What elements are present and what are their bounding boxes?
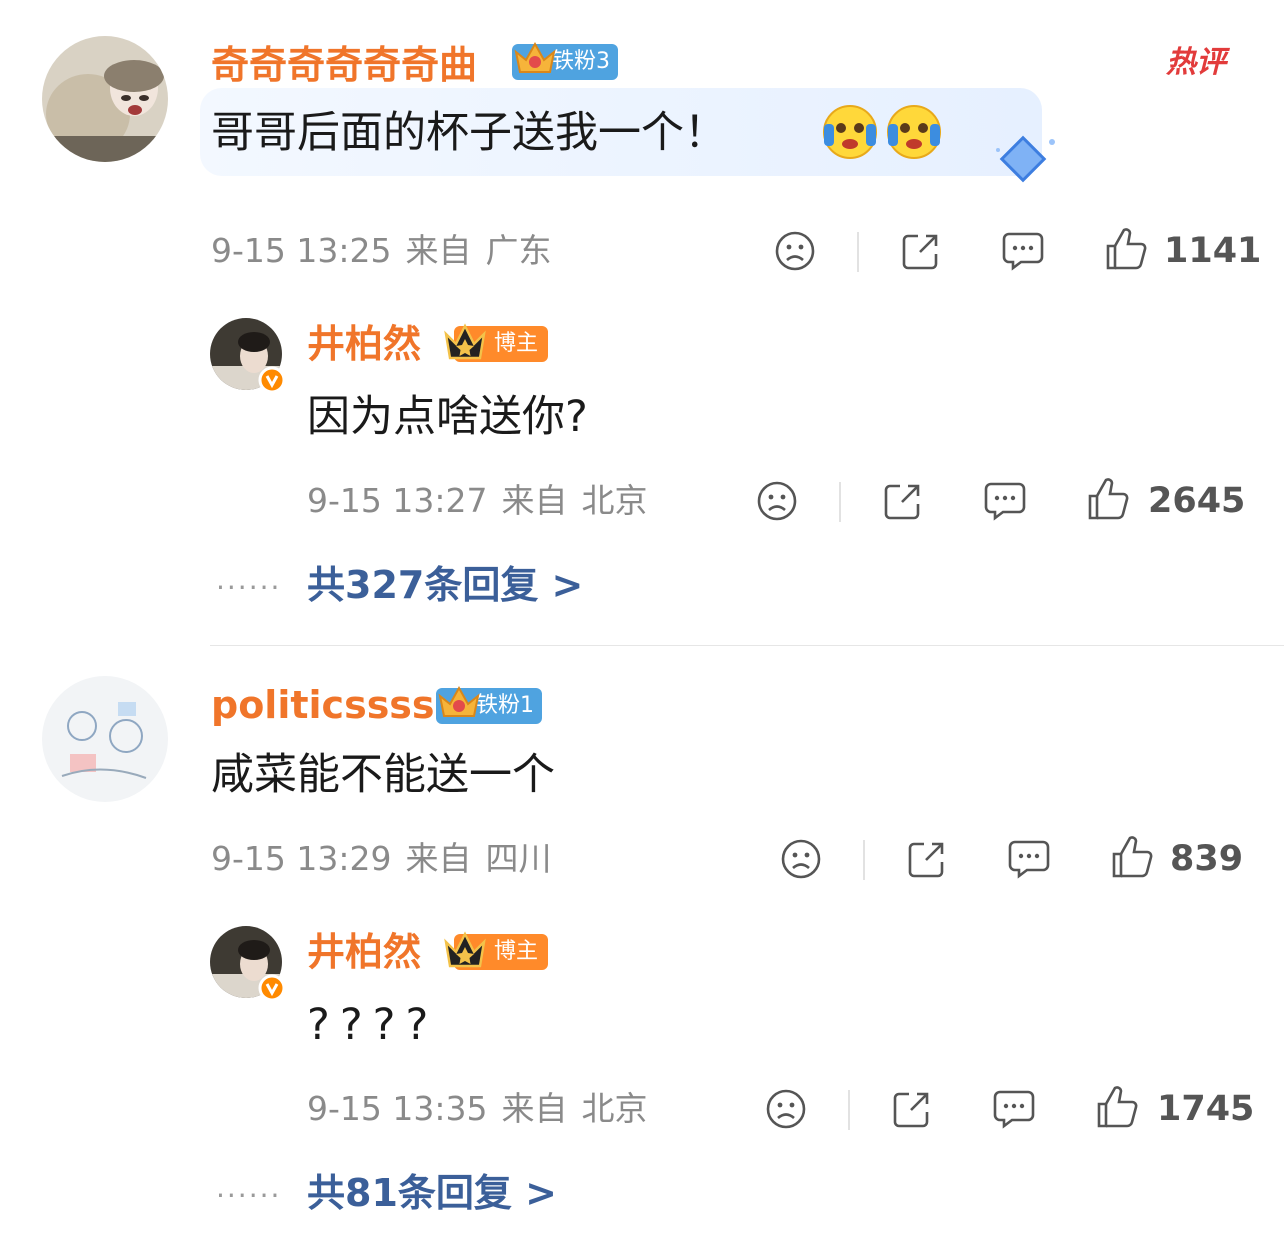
comment-text: 哥哥后面的杯子送我一个！ bbox=[211, 108, 727, 158]
comment-icon[interactable] bbox=[1001, 230, 1045, 272]
reply-username[interactable]: 井柏然 bbox=[307, 325, 421, 363]
view-all-replies-link[interactable]: 共327条回复 > bbox=[307, 566, 583, 604]
like-count: 839 bbox=[1170, 839, 1244, 879]
reply-meta: 9-15 13:27 来自 北京 bbox=[307, 484, 662, 517]
reply-time: 9-15 13:35 bbox=[307, 1089, 488, 1128]
fan-level-badge[interactable]: 铁粉1 bbox=[436, 685, 542, 724]
reply-time: 9-15 13:27 bbox=[307, 481, 488, 520]
emoji-icon bbox=[823, 105, 877, 159]
comment-username[interactable]: 奇奇奇奇奇奇曲 bbox=[211, 46, 477, 84]
reply-meta: 9-15 13:35 来自 北京 bbox=[307, 1092, 662, 1125]
crown-icon bbox=[514, 41, 556, 73]
share-icon[interactable] bbox=[906, 838, 948, 880]
crown-icon bbox=[438, 685, 480, 717]
view-all-replies-link[interactable]: 共81条回复 > bbox=[307, 1174, 557, 1212]
like-count: 1745 bbox=[1157, 1089, 1255, 1129]
reply-text: 因为点啥送你? bbox=[307, 392, 588, 442]
reply-text: ???? bbox=[307, 1000, 439, 1050]
comment-divider bbox=[210, 645, 1284, 646]
like-thumb-icon[interactable] bbox=[1104, 226, 1148, 272]
hot-comment-label: 热评 bbox=[1166, 45, 1226, 80]
from-label: 来自 bbox=[501, 481, 568, 520]
more-dots: ······ bbox=[216, 1179, 282, 1212]
comment-meta: 9-15 13:25 来自 广东 bbox=[211, 234, 566, 267]
sad-face-icon[interactable] bbox=[765, 1088, 807, 1130]
action-divider bbox=[857, 232, 859, 272]
comment-icon[interactable] bbox=[1007, 838, 1051, 880]
reply-location: 北京 bbox=[581, 481, 648, 520]
reply-username[interactable]: 井柏然 bbox=[307, 933, 421, 971]
from-label: 来自 bbox=[501, 1089, 568, 1128]
share-icon[interactable] bbox=[882, 480, 924, 522]
blogger-badge: 博主 bbox=[442, 323, 549, 362]
like-thumb-icon[interactable] bbox=[1095, 1084, 1139, 1130]
from-label: 来自 bbox=[405, 839, 472, 878]
comment-text: 咸菜能不能送一个 bbox=[211, 750, 555, 800]
more-dots: ······ bbox=[216, 571, 282, 604]
from-label: 来自 bbox=[405, 231, 472, 270]
comment-icon[interactable] bbox=[992, 1088, 1036, 1130]
like-thumb-icon[interactable] bbox=[1086, 476, 1130, 522]
sad-face-icon[interactable] bbox=[774, 230, 816, 272]
comment-location: 广东 bbox=[485, 231, 552, 270]
blogger-badge: 博主 bbox=[442, 931, 549, 970]
avatar-politicssss[interactable] bbox=[42, 676, 168, 802]
fan-level-badge[interactable]: 铁粉3 bbox=[512, 41, 618, 80]
comment-location: 四川 bbox=[485, 839, 552, 878]
share-icon[interactable] bbox=[900, 230, 942, 272]
action-divider bbox=[863, 840, 865, 880]
like-thumb-icon[interactable] bbox=[1110, 834, 1154, 880]
avatar-qiqiqu[interactable] bbox=[42, 36, 168, 162]
sad-face-icon[interactable] bbox=[780, 838, 822, 880]
like-count: 1141 bbox=[1164, 231, 1262, 271]
verified-v-icon bbox=[258, 974, 286, 1002]
action-divider bbox=[839, 482, 841, 522]
share-icon[interactable] bbox=[891, 1088, 933, 1130]
diamond-decoration-icon bbox=[996, 135, 1055, 183]
comment-icon[interactable] bbox=[983, 480, 1027, 522]
crown-icon bbox=[444, 931, 486, 968]
verified-v-icon bbox=[258, 366, 286, 394]
comment-time: 9-15 13:29 bbox=[211, 839, 392, 878]
like-count: 2645 bbox=[1148, 481, 1246, 521]
comment-username[interactable]: politicssss bbox=[211, 686, 435, 724]
sad-face-icon[interactable] bbox=[756, 480, 798, 522]
comment-time: 9-15 13:25 bbox=[211, 231, 392, 270]
emoji-icon bbox=[887, 105, 941, 159]
comment-meta: 9-15 13:29 来自 四川 bbox=[211, 842, 566, 875]
reply-location: 北京 bbox=[581, 1089, 648, 1128]
action-divider bbox=[848, 1090, 850, 1130]
crown-icon bbox=[444, 323, 486, 360]
